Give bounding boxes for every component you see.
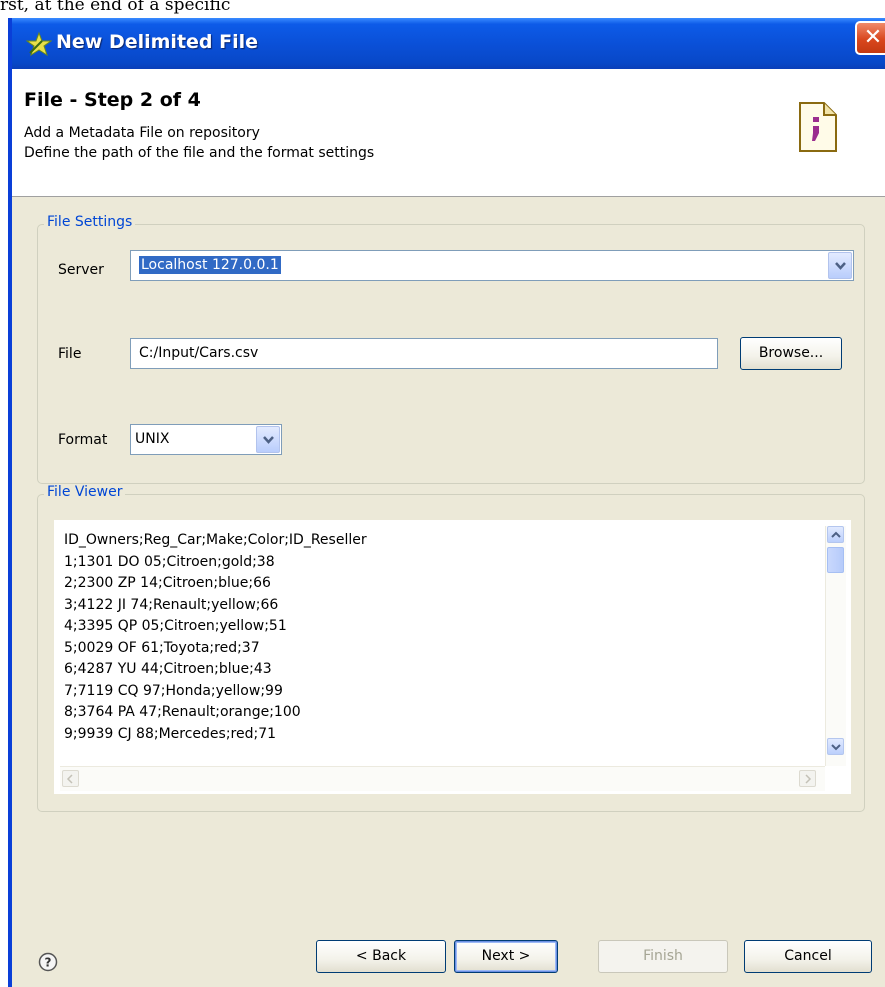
step-description-line1: Add a Metadata File on repository bbox=[24, 125, 260, 141]
chevron-down-icon bbox=[835, 262, 846, 270]
step-description-line2: Define the path of the file and the form… bbox=[24, 145, 375, 161]
title-bar: New Delimited File ✕ bbox=[12, 18, 885, 69]
format-label: Format bbox=[58, 432, 108, 448]
window-title: New Delimited File bbox=[56, 31, 259, 53]
svg-text:?: ? bbox=[45, 956, 52, 970]
file-line: 4;3395 QP 05;Citroen;yellow;51 bbox=[64, 618, 287, 634]
file-viewer-lines: ID_Owners;Reg_Car;Make;Color;ID_Reseller… bbox=[64, 530, 367, 745]
browse-button[interactable]: Browse... bbox=[740, 337, 842, 370]
file-line: 7;7119 CQ 97;Honda;yellow;99 bbox=[64, 682, 283, 699]
file-settings-label: File Settings bbox=[44, 214, 136, 230]
file-line: 6;4287 YU 44;Citroen;blue;43 bbox=[64, 661, 272, 677]
vertical-scroll-thumb[interactable] bbox=[827, 547, 844, 573]
dialog-window: New Delimited File ✕ File - Step 2 of 4 … bbox=[8, 18, 885, 987]
scroll-right-button[interactable] bbox=[799, 770, 816, 787]
horizontal-scrollbar[interactable] bbox=[60, 766, 825, 791]
chevron-right-icon bbox=[805, 774, 812, 784]
back-button[interactable]: < Back bbox=[316, 940, 446, 973]
format-dropdown-button[interactable] bbox=[256, 426, 280, 453]
file-line: 8;3764 PA 47;Renault;orange;100 bbox=[64, 704, 301, 720]
wizard-star-icon bbox=[26, 31, 52, 57]
file-line: 3;4122 JI 74;Renault;yellow;66 bbox=[64, 596, 279, 613]
wizard-header: File - Step 2 of 4 Add a Metadata File o… bbox=[12, 69, 885, 197]
scroll-down-button[interactable] bbox=[827, 738, 844, 755]
delimited-file-icon bbox=[799, 102, 837, 152]
cropped-text-above: rst, at the end of a specific bbox=[0, 0, 231, 15]
vertical-scrollbar[interactable] bbox=[825, 526, 846, 766]
server-combo[interactable]: Localhost 127.0.0.1 bbox=[130, 250, 854, 281]
file-line: 1;1301 DO 05;Citroen;gold;38 bbox=[64, 553, 275, 570]
file-line: 5;0029 OF 61;Toyota;red;37 bbox=[64, 639, 260, 656]
help-icon[interactable]: ? bbox=[38, 952, 58, 972]
file-path-input[interactable]: C:/Input/Cars.csv bbox=[130, 338, 718, 369]
file-line: 9;9939 CJ 88;Mercedes;red;71 bbox=[64, 725, 277, 742]
scroll-up-button[interactable] bbox=[827, 526, 844, 543]
chevron-up-icon bbox=[831, 531, 841, 538]
file-line: 2;2300 ZP 14;Citroen;blue;66 bbox=[64, 575, 271, 591]
format-combo[interactable]: UNIX bbox=[130, 424, 282, 455]
chevron-down-icon bbox=[263, 436, 274, 444]
close-button[interactable]: ✕ bbox=[855, 21, 885, 55]
chevron-left-icon bbox=[66, 774, 73, 784]
file-label: File bbox=[58, 346, 82, 362]
file-viewer-content[interactable]: ID_Owners;Reg_Car;Make;Color;ID_Reseller… bbox=[54, 520, 851, 794]
scroll-left-button[interactable] bbox=[62, 770, 79, 787]
server-value: Localhost 127.0.0.1 bbox=[139, 256, 281, 274]
next-button[interactable]: Next > bbox=[454, 940, 558, 973]
file-line: ID_Owners;Reg_Car;Make;Color;ID_Reseller bbox=[64, 532, 367, 548]
server-label: Server bbox=[58, 262, 104, 278]
finish-button[interactable]: Finish bbox=[598, 940, 728, 973]
server-dropdown-button[interactable] bbox=[828, 252, 852, 279]
cancel-button[interactable]: Cancel bbox=[744, 940, 872, 973]
chevron-down-icon bbox=[831, 744, 841, 751]
step-title: File - Step 2 of 4 bbox=[24, 89, 201, 111]
file-viewer-label: File Viewer bbox=[44, 484, 126, 500]
format-value: UNIX bbox=[135, 431, 170, 447]
